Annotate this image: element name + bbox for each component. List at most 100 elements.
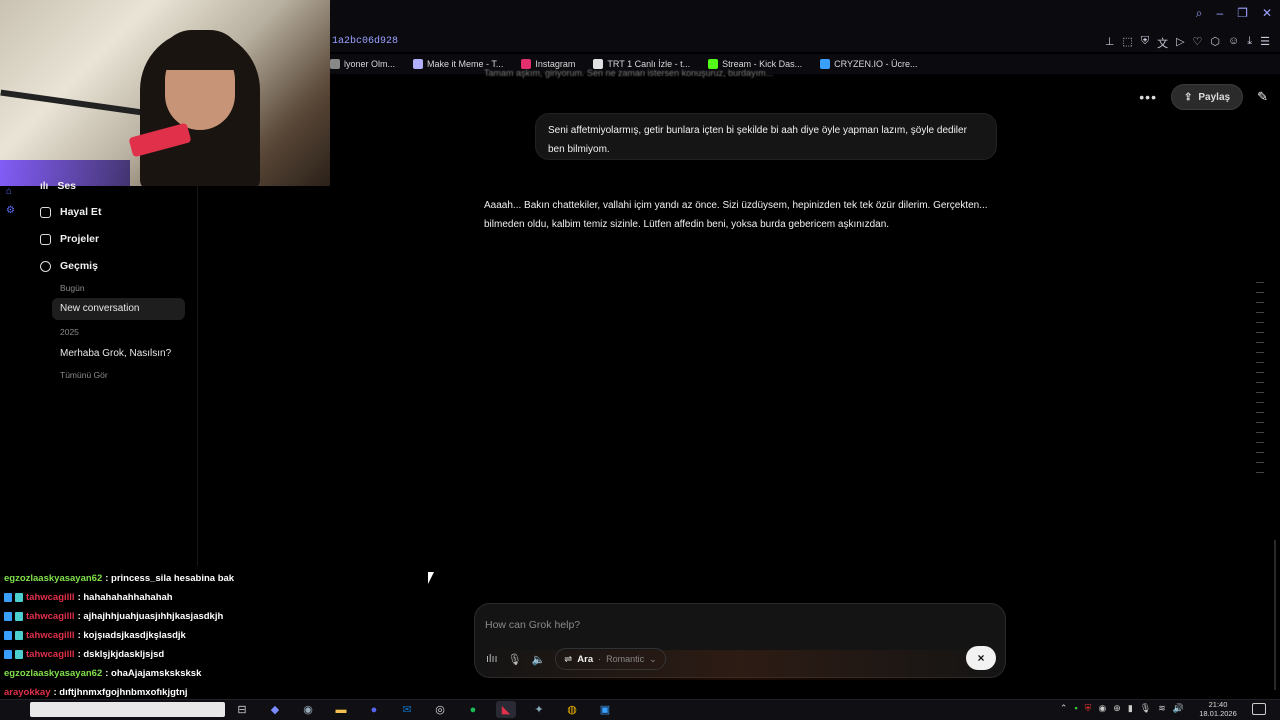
copilot-icon[interactable]: ◆ bbox=[265, 701, 285, 718]
scroll-minimap[interactable] bbox=[1256, 282, 1266, 482]
prompt-input[interactable] bbox=[485, 617, 925, 633]
chat-badge-icon bbox=[4, 631, 12, 640]
minimize-button[interactable]: – bbox=[1216, 6, 1223, 21]
close-window-button[interactable]: ✕ bbox=[1262, 6, 1272, 21]
speaker-icon[interactable]: 🔈 bbox=[532, 649, 546, 669]
share-button[interactable]: ⇪ Paylaş bbox=[1171, 84, 1244, 110]
chat-message: tahwcagilll: hahahahahhahahah bbox=[4, 592, 173, 603]
clock-time: 21:40 bbox=[1208, 700, 1228, 709]
page-icon bbox=[330, 59, 340, 69]
mail-icon[interactable]: ✉ bbox=[397, 701, 417, 718]
clock-date: 18.01.2026 bbox=[1199, 709, 1237, 718]
history-icon bbox=[40, 260, 51, 272]
close-voice-button[interactable]: × bbox=[966, 646, 996, 670]
search-icon[interactable]: ⌕ bbox=[1196, 6, 1203, 21]
share-label: Paylaş bbox=[1198, 91, 1231, 103]
tray-mic-icon[interactable]: 🎙 bbox=[1140, 703, 1151, 714]
profile-icon[interactable]: ☺ bbox=[1228, 35, 1239, 51]
task-view-icon[interactable]: ⊟ bbox=[232, 701, 252, 718]
extensions-icon[interactable]: ⬡ bbox=[1210, 35, 1220, 51]
heart-icon[interactable]: ♡ bbox=[1193, 35, 1203, 51]
previous-message-partial: Tamam aşkım, giriyorum. Sen ne zaman ist… bbox=[484, 68, 774, 78]
shield-icon[interactable]: ⛨ bbox=[1141, 35, 1149, 51]
voice-icon: ılı bbox=[40, 180, 49, 192]
notification-icon[interactable] bbox=[1252, 703, 1266, 715]
settings-app-icon[interactable]: ✦ bbox=[529, 701, 549, 718]
microphone-icon[interactable]: 🎙 bbox=[508, 649, 522, 669]
tray-volume-icon[interactable]: 🔊 bbox=[1173, 703, 1184, 714]
chat-message: egzozlaaskyasayan62: ohaAjajamsksksksk bbox=[4, 668, 201, 679]
chat-username: tahwcagilll bbox=[26, 630, 75, 641]
tray-usb-icon[interactable]: ▮ bbox=[1128, 703, 1133, 714]
tray-steam-icon[interactable]: ◉ bbox=[1098, 703, 1106, 714]
chat-message: tahwcagilll: dsklşjkjdaskljsjsd bbox=[4, 649, 164, 660]
chat-text: : hahahahahhahahah bbox=[77, 592, 173, 603]
conversation-actions: ••• ⇪ Paylaş ✎ bbox=[1139, 84, 1268, 110]
steam-icon[interactable]: ◉ bbox=[298, 701, 318, 718]
see-all-link[interactable]: Tümünü Gör bbox=[60, 370, 108, 380]
chevron-down-icon: ⌄ bbox=[649, 653, 657, 664]
download-icon[interactable]: ⤓ bbox=[1247, 35, 1252, 51]
sidebar-rail-icons: ⌂ ⚙ bbox=[6, 186, 15, 216]
tray-shield-icon[interactable]: ⛨ bbox=[1085, 703, 1092, 714]
more-options-icon[interactable]: ••• bbox=[1139, 89, 1157, 105]
tray-network-icon[interactable]: ⊕ bbox=[1113, 703, 1121, 714]
sidebar-item-projects[interactable]: Projeler bbox=[40, 233, 99, 245]
sidebar-item-history[interactable]: Geçmiş bbox=[40, 260, 98, 272]
chat-text: : dsklşjkjdaskljsjsd bbox=[77, 649, 165, 660]
spotify-icon[interactable]: ● bbox=[463, 701, 483, 718]
history-group-today: Bugün bbox=[60, 283, 85, 293]
sidebar-item-label: Projeler bbox=[60, 233, 100, 245]
file-explorer-icon[interactable]: ▬ bbox=[331, 701, 351, 718]
chat-username: egzozlaaskyasayan62 bbox=[4, 573, 103, 584]
upload-icon: ⇪ bbox=[1184, 91, 1193, 103]
play-icon[interactable]: ▷ bbox=[1176, 35, 1184, 51]
chrome-icon[interactable]: ◍ bbox=[562, 701, 582, 718]
pin-icon[interactable]: ⊥ bbox=[1105, 35, 1115, 51]
chat-text: : kojşıadsjkasdjkşlasdjk bbox=[77, 630, 186, 641]
browser-icon[interactable]: ◣ bbox=[496, 701, 516, 718]
screenshot-icon[interactable]: ⬚ bbox=[1122, 35, 1132, 51]
sidebar-item-label: Ses bbox=[57, 180, 77, 192]
chat-badge-icon bbox=[15, 612, 23, 621]
address-text[interactable]: 1a2bc06d928 bbox=[332, 36, 398, 47]
bookmark-item[interactable]: lyoner Olm... bbox=[330, 59, 395, 69]
tray-wifi-icon[interactable]: ≋ bbox=[1158, 703, 1166, 714]
taskbar-clock[interactable]: 21:40 18.01.2026 bbox=[1198, 700, 1238, 718]
home-icon[interactable]: ⌂ bbox=[6, 186, 15, 197]
restore-button[interactable]: ❐ bbox=[1237, 6, 1248, 21]
sidebar-item-voice[interactable]: ılı Ses bbox=[40, 180, 76, 192]
history-item-active[interactable]: New conversation bbox=[52, 298, 185, 320]
chat-badge-icon bbox=[4, 593, 12, 602]
webcam-overlay bbox=[0, 0, 330, 186]
chevron-up-icon[interactable]: ⌃ bbox=[1060, 703, 1068, 714]
waveform-icon[interactable]: ılıı bbox=[486, 649, 498, 669]
chat-text: : princess_sila hesabina bak bbox=[105, 573, 235, 584]
chat-message: egzozlaaskyasayan62: princess_sila hesab… bbox=[4, 573, 234, 584]
settings-icon[interactable]: ⚙ bbox=[6, 205, 15, 216]
chat-badge-icon bbox=[15, 631, 23, 640]
voice-name: Ara bbox=[577, 653, 594, 665]
discord-icon[interactable]: ● bbox=[364, 701, 384, 718]
mouse-cursor bbox=[428, 572, 434, 584]
history-group-year: 2025 bbox=[60, 327, 79, 337]
obs-icon[interactable]: ◎ bbox=[430, 701, 450, 718]
taskbar-search[interactable] bbox=[30, 702, 225, 717]
history-item[interactable]: Merhaba Grok, Nasılsın? bbox=[60, 348, 171, 359]
chat-username: tahwcagilll bbox=[26, 649, 75, 660]
new-chat-icon[interactable]: ✎ bbox=[1257, 89, 1268, 105]
chat-username: egzozlaaskyasayan62 bbox=[4, 668, 103, 679]
voice-mode-selector[interactable]: ⇌ Ara · Romantic ⌄ bbox=[555, 648, 666, 670]
chat-badge-icon bbox=[4, 612, 12, 621]
menu-icon[interactable]: ☰ bbox=[1260, 35, 1270, 51]
chat-message: tahwcagilll: kojşıadsjkasdjkşlasdjk bbox=[4, 630, 186, 641]
tray-app-icon[interactable]: ▪ bbox=[1074, 703, 1077, 714]
mim-icon bbox=[413, 59, 424, 69]
streamer-hair bbox=[160, 30, 242, 70]
sidebar-item-imagine[interactable]: Hayal Et bbox=[40, 206, 101, 218]
sidebar-item-label: Geçmiş bbox=[60, 260, 98, 272]
translate-icon[interactable]: 文 bbox=[1157, 35, 1168, 51]
window-controls: ⌕ – ❐ ✕ bbox=[1196, 6, 1272, 21]
photos-icon[interactable]: ▣ bbox=[595, 701, 615, 718]
scrollbar[interactable] bbox=[1274, 540, 1276, 690]
